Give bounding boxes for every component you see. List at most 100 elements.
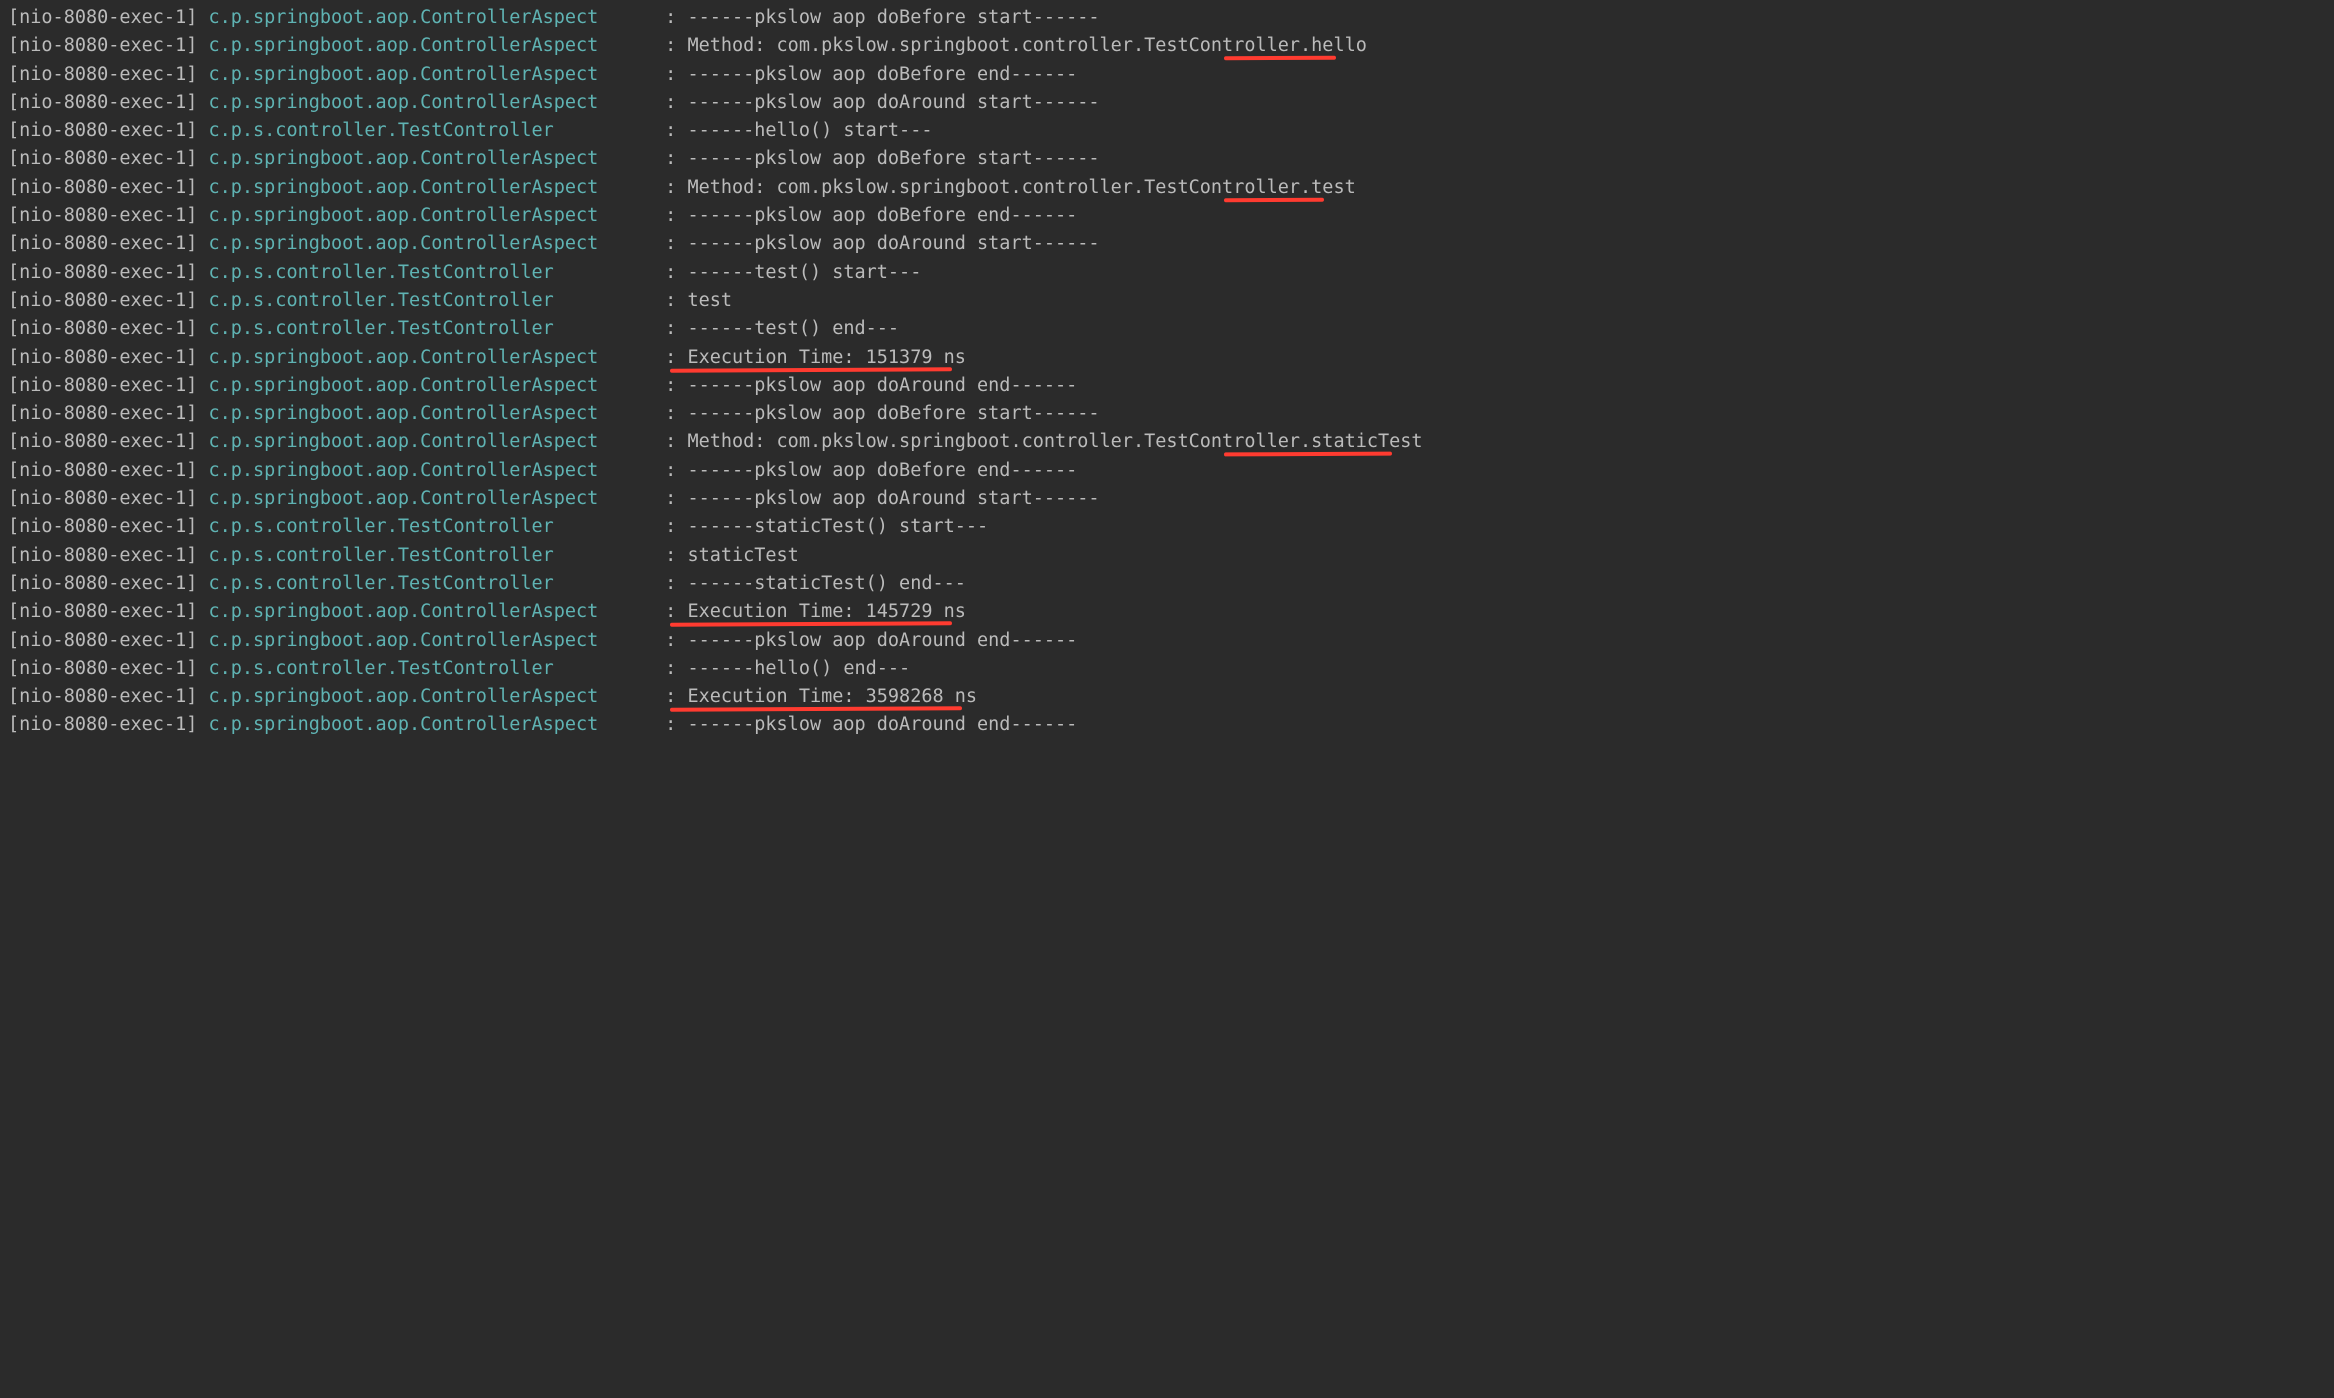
separator: : [654, 516, 687, 537]
logger-name: c.p.springboot.aop.ControllerAspect [208, 630, 654, 651]
logger-name: c.p.s.controller.TestController [208, 545, 654, 566]
logger-name: c.p.springboot.aop.ControllerAspect [208, 601, 654, 622]
log-line: [nio-8080-exec-1] c.p.springboot.aop.Con… [8, 89, 2326, 117]
separator: : [654, 573, 687, 594]
log-message: ------pkslow aop doBefore end------ [687, 460, 1077, 481]
thread-name: [nio-8080-exec-1] [8, 545, 208, 566]
log-line: [nio-8080-exec-1] c.p.springboot.aop.Con… [8, 61, 2326, 89]
log-line: [nio-8080-exec-1] c.p.springboot.aop.Con… [8, 32, 2326, 60]
separator: : [654, 714, 687, 735]
logger-name: c.p.springboot.aop.ControllerAspect [208, 686, 654, 707]
logger-name: c.p.s.controller.TestController [208, 318, 654, 339]
log-line: [nio-8080-exec-1] c.p.s.controller.TestC… [8, 117, 2326, 145]
logger-name: c.p.springboot.aop.ControllerAspect [208, 488, 654, 509]
log-message: Method: com.pkslow.springboot.controller… [687, 431, 1422, 452]
log-line: [nio-8080-exec-1] c.p.s.controller.TestC… [8, 655, 2326, 683]
separator: : [654, 92, 687, 113]
logger-name: c.p.springboot.aop.ControllerAspect [208, 431, 654, 452]
thread-name: [nio-8080-exec-1] [8, 601, 208, 622]
log-message: ------pkslow aop doBefore end------ [687, 64, 1077, 85]
logger-name: c.p.springboot.aop.ControllerAspect [208, 205, 654, 226]
logger-name: c.p.springboot.aop.ControllerAspect [208, 35, 654, 56]
log-message: test [687, 290, 732, 311]
thread-name: [nio-8080-exec-1] [8, 658, 208, 679]
thread-name: [nio-8080-exec-1] [8, 403, 208, 424]
log-message: ------pkslow aop doBefore start------ [687, 148, 1099, 169]
log-line: [nio-8080-exec-1] c.p.springboot.aop.Con… [8, 598, 2326, 626]
log-line: [nio-8080-exec-1] c.p.springboot.aop.Con… [8, 683, 2326, 711]
logger-name: c.p.springboot.aop.ControllerAspect [208, 403, 654, 424]
thread-name: [nio-8080-exec-1] [8, 488, 208, 509]
log-message: Execution Time: 3598268 ns [687, 686, 977, 707]
log-message: Method: com.pkslow.springboot.controller… [687, 35, 1366, 56]
separator: : [654, 205, 687, 226]
thread-name: [nio-8080-exec-1] [8, 460, 208, 481]
log-line: [nio-8080-exec-1] c.p.springboot.aop.Con… [8, 485, 2326, 513]
thread-name: [nio-8080-exec-1] [8, 375, 208, 396]
log-message: ------test() start--- [687, 262, 921, 283]
log-line: [nio-8080-exec-1] c.p.s.controller.TestC… [8, 542, 2326, 570]
log-line: [nio-8080-exec-1] c.p.springboot.aop.Con… [8, 627, 2326, 655]
separator: : [654, 601, 687, 622]
log-line: [nio-8080-exec-1] c.p.springboot.aop.Con… [8, 400, 2326, 428]
thread-name: [nio-8080-exec-1] [8, 431, 208, 452]
log-line: [nio-8080-exec-1] c.p.springboot.aop.Con… [8, 174, 2326, 202]
separator: : [654, 630, 687, 651]
thread-name: [nio-8080-exec-1] [8, 120, 208, 141]
log-line: [nio-8080-exec-1] c.p.springboot.aop.Con… [8, 230, 2326, 258]
log-message: staticTest [687, 545, 798, 566]
thread-name: [nio-8080-exec-1] [8, 686, 208, 707]
logger-name: c.p.s.controller.TestController [208, 262, 654, 283]
log-message: Execution Time: 151379 ns [687, 347, 965, 368]
log-message: ------test() end--- [687, 318, 899, 339]
thread-name: [nio-8080-exec-1] [8, 148, 208, 169]
log-line: [nio-8080-exec-1] c.p.s.controller.TestC… [8, 513, 2326, 541]
logger-name: c.p.springboot.aop.ControllerAspect [208, 177, 654, 198]
thread-name: [nio-8080-exec-1] [8, 177, 208, 198]
logger-name: c.p.s.controller.TestController [208, 516, 654, 537]
separator: : [654, 545, 687, 566]
log-message: ------pkslow aop doAround start------ [687, 488, 1099, 509]
log-message: ------pkslow aop doAround end------ [687, 630, 1077, 651]
separator: : [654, 431, 687, 452]
log-message: ------pkslow aop doAround end------ [687, 375, 1077, 396]
logger-name: c.p.springboot.aop.ControllerAspect [208, 460, 654, 481]
log-line: [nio-8080-exec-1] c.p.springboot.aop.Con… [8, 428, 2326, 456]
log-line: [nio-8080-exec-1] c.p.springboot.aop.Con… [8, 372, 2326, 400]
thread-name: [nio-8080-exec-1] [8, 714, 208, 735]
log-message: ------hello() end--- [687, 658, 910, 679]
separator: : [654, 148, 687, 169]
thread-name: [nio-8080-exec-1] [8, 347, 208, 368]
separator: : [654, 7, 687, 28]
log-message: Execution Time: 145729 ns [687, 601, 965, 622]
log-message: ------pkslow aop doBefore end------ [687, 205, 1077, 226]
thread-name: [nio-8080-exec-1] [8, 630, 208, 651]
thread-name: [nio-8080-exec-1] [8, 516, 208, 537]
log-line: [nio-8080-exec-1] c.p.springboot.aop.Con… [8, 202, 2326, 230]
logger-name: c.p.s.controller.TestController [208, 120, 654, 141]
separator: : [654, 460, 687, 481]
log-message: ------staticTest() end--- [687, 573, 965, 594]
thread-name: [nio-8080-exec-1] [8, 205, 208, 226]
logger-name: c.p.springboot.aop.ControllerAspect [208, 148, 654, 169]
logger-name: c.p.springboot.aop.ControllerAspect [208, 64, 654, 85]
log-message: Method: com.pkslow.springboot.controller… [687, 177, 1355, 198]
separator: : [654, 64, 687, 85]
thread-name: [nio-8080-exec-1] [8, 290, 208, 311]
separator: : [654, 375, 687, 396]
thread-name: [nio-8080-exec-1] [8, 92, 208, 113]
log-message: ------pkslow aop doAround end------ [687, 714, 1077, 735]
log-console: [nio-8080-exec-1] c.p.springboot.aop.Con… [8, 4, 2326, 740]
log-line: [nio-8080-exec-1] c.p.springboot.aop.Con… [8, 711, 2326, 739]
log-line: [nio-8080-exec-1] c.p.s.controller.TestC… [8, 315, 2326, 343]
separator: : [654, 403, 687, 424]
log-line: [nio-8080-exec-1] c.p.springboot.aop.Con… [8, 457, 2326, 485]
log-message: ------pkslow aop doBefore start------ [687, 7, 1099, 28]
log-message: ------hello() start--- [687, 120, 932, 141]
separator: : [654, 120, 687, 141]
log-message: ------staticTest() start--- [687, 516, 988, 537]
separator: : [654, 35, 687, 56]
separator: : [654, 658, 687, 679]
thread-name: [nio-8080-exec-1] [8, 318, 208, 339]
logger-name: c.p.springboot.aop.ControllerAspect [208, 375, 654, 396]
